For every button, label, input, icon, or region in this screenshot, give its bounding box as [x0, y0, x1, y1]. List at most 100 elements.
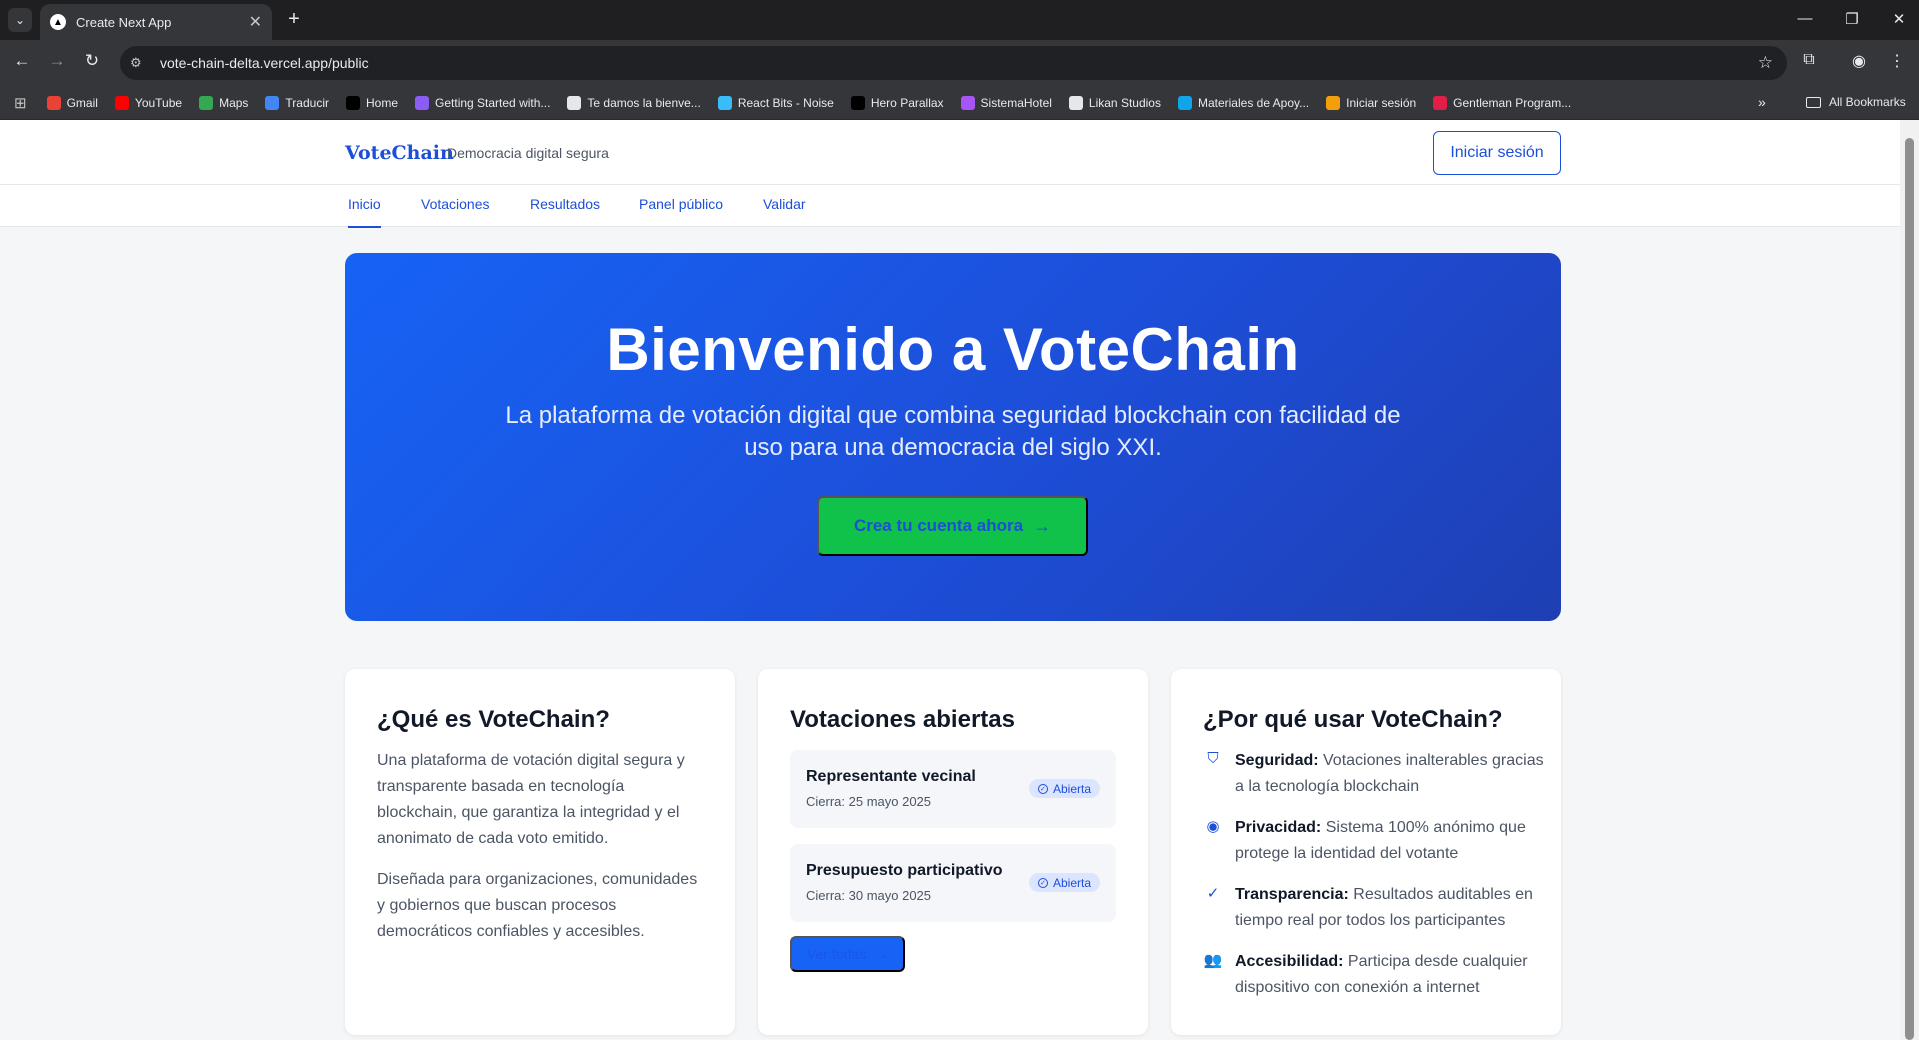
feature-text: Accesibilidad: Participa desde cualquier… — [1235, 949, 1545, 1001]
login-button[interactable]: Iniciar sesión — [1433, 131, 1561, 175]
eye-icon: ◉ — [1206, 818, 1220, 835]
bookmark-item[interactable]: Home — [346, 95, 399, 110]
check-circle-icon: ✓ — [1206, 885, 1220, 902]
bookmark-item[interactable]: Gentleman Program... — [1433, 95, 1572, 110]
more-bookmarks-icon[interactable]: » — [1758, 94, 1766, 110]
site-info-icon[interactable]: ⚙ — [130, 55, 150, 71]
bookmark-label: Materiales de Apoy... — [1197, 95, 1310, 110]
bookmark-item[interactable]: Gmail — [46, 95, 98, 110]
close-tab-icon[interactable]: ✕ — [249, 12, 262, 32]
site-header: VoteChain Democracia digital segura Inic… — [0, 120, 1900, 185]
shield-icon: ⛉ — [1207, 750, 1219, 767]
bookmark-favicon-icon — [114, 95, 129, 110]
hero-banner: Bienvenido a VoteChain La plataforma de … — [345, 253, 1561, 621]
scrollbar-thumb[interactable] — [1905, 138, 1914, 1040]
tagline: Democracia digital segura — [447, 145, 609, 161]
vote-item[interactable]: Representante vecinal Cierra: 25 mayo 20… — [790, 750, 1116, 828]
open-votes-card: Votaciones abiertas Representante vecina… — [758, 669, 1148, 1035]
bookmark-favicon-icon — [265, 95, 280, 110]
bookmark-item[interactable]: Getting Started with... — [415, 95, 551, 110]
menu-icon[interactable]: ⋮ — [1885, 51, 1909, 71]
bookmark-favicon-icon — [850, 95, 865, 110]
status-label: Abierta — [1052, 781, 1091, 796]
open-votes-title: Votaciones abiertas — [790, 706, 1015, 733]
bookmarks-bar: ⊞ Gmail YouTube Maps Traducir Home Getting St… — [0, 86, 1919, 120]
apps-grid-icon[interactable]: ⊞ — [14, 94, 27, 112]
profile-icon[interactable]: ◉ — [1847, 51, 1871, 71]
bookmark-item[interactable]: Likan Studios — [1068, 95, 1161, 110]
url-text: vote-chain-delta.vercel.app/public — [160, 55, 369, 71]
feature-name: Transparencia: — [1235, 886, 1349, 903]
bookmark-favicon-icon — [567, 95, 582, 110]
nav-inicio[interactable]: Inicio — [348, 196, 381, 228]
bookmark-item[interactable]: Hero Parallax — [850, 95, 944, 110]
bookmark-label: Maps — [219, 95, 249, 110]
bookmark-label: Home — [366, 95, 399, 110]
main-nav: Inicio Votaciones Resultados Panel públi… — [0, 185, 1900, 228]
close-window-icon[interactable]: ✕ — [1889, 10, 1909, 28]
address-bar[interactable]: ⚙ vote-chain-delta.vercel.app/public ☆ — [120, 46, 1787, 80]
extensions-icon[interactable]: ⧉ — [1797, 51, 1821, 69]
about-title: ¿Qué es VoteChain? — [377, 706, 610, 733]
create-account-button[interactable]: Crea tu cuenta ahora → — [817, 496, 1088, 556]
bookmark-label: Gentleman Program... — [1453, 95, 1572, 110]
bookmark-item[interactable]: Traducir — [265, 95, 329, 110]
bookmark-favicon-icon — [1177, 95, 1192, 110]
page-viewport: VoteChain Democracia digital segura Inic… — [0, 120, 1900, 1040]
nav-validar[interactable]: Validar — [763, 196, 806, 212]
bookmark-label: Getting Started with... — [435, 95, 551, 110]
bookmark-item[interactable]: React Bits - Noise — [717, 95, 834, 110]
status-badge: ✓ Abierta — [1028, 779, 1100, 798]
nav-panel-publico[interactable]: Panel público — [639, 196, 723, 212]
vote-item[interactable]: Presupuesto participativo Cierra: 30 may… — [790, 844, 1116, 922]
bookmark-favicon-icon — [46, 95, 61, 110]
vote-title: Presupuesto participativo — [806, 862, 1003, 879]
browser-tab-bar: ⌄ ▲ Create Next App ✕ + — ❐ ✕ — [0, 0, 1919, 40]
folder-icon — [1806, 96, 1821, 108]
why-title: ¿Por qué usar VoteChain? — [1203, 706, 1503, 733]
nav-votaciones[interactable]: Votaciones — [421, 196, 490, 212]
page-scrollbar[interactable] — [1900, 120, 1919, 1040]
new-tab-icon[interactable]: + — [282, 8, 306, 31]
reload-icon[interactable]: ↻ — [80, 51, 104, 71]
bookmark-favicon-icon — [960, 95, 975, 110]
about-paragraph-1: Una plataforma de votación digital segur… — [377, 752, 685, 847]
status-badge: ✓ Abierta — [1028, 873, 1100, 892]
users-icon: 👥 — [1203, 952, 1223, 969]
browser-tab[interactable]: ▲ Create Next App ✕ — [40, 4, 272, 40]
bookmark-label: Likan Studios — [1088, 95, 1161, 110]
check-icon: ✓ — [1037, 877, 1048, 888]
why-card: ¿Por qué usar VoteChain? ⛉ Seguridad: Vo… — [1171, 669, 1561, 1035]
check-icon: ✓ — [1037, 783, 1048, 794]
view-all-votes-button[interactable]: Ver todas → — [790, 936, 905, 972]
bookmark-favicon-icon — [346, 95, 360, 110]
hero-title: Bienvenido a VoteChain — [606, 316, 1300, 383]
feature-name: Accesibilidad: — [1235, 953, 1344, 970]
hero-subtitle: La plataforma de votación digital que co… — [505, 402, 1401, 461]
feature-text: Privacidad: Sistema 100% anónimo que pro… — [1235, 815, 1545, 867]
logo[interactable]: VoteChain — [345, 142, 454, 164]
bookmark-label: Hero Parallax — [870, 95, 944, 110]
bookmark-label: React Bits - Noise — [737, 95, 834, 110]
bookmark-label: YouTube — [134, 95, 183, 110]
bookmark-label: SistemaHotel — [980, 95, 1052, 110]
all-bookmarks-label: All Bookmarks — [1829, 95, 1906, 109]
restore-icon[interactable]: ❐ — [1842, 10, 1862, 28]
bookmark-star-icon[interactable]: ☆ — [1758, 53, 1773, 73]
back-icon[interactable]: ← — [10, 51, 34, 71]
bookmark-item[interactable]: YouTube — [114, 95, 183, 110]
minimize-icon[interactable]: — — [1795, 10, 1815, 27]
feature-name: Privacidad: — [1235, 819, 1322, 836]
bookmark-item[interactable]: Materiales de Apoy... — [1177, 95, 1310, 110]
nav-resultados[interactable]: Resultados — [530, 196, 600, 212]
forward-icon[interactable]: → — [45, 51, 69, 71]
bookmark-favicon-icon — [717, 95, 732, 110]
vote-close-date: Cierra: 25 mayo 2025 — [806, 794, 932, 809]
all-bookmarks[interactable]: All Bookmarks — [1806, 95, 1906, 109]
feature-name: Seguridad: — [1235, 752, 1319, 769]
tab-search-icon[interactable]: ⌄ — [8, 8, 32, 32]
bookmark-item[interactable]: Te damos la bienve... — [567, 95, 701, 110]
bookmark-item[interactable]: Iniciar sesión — [1326, 95, 1416, 110]
bookmark-item[interactable]: Maps — [199, 95, 249, 110]
bookmark-item[interactable]: SistemaHotel — [960, 95, 1052, 110]
